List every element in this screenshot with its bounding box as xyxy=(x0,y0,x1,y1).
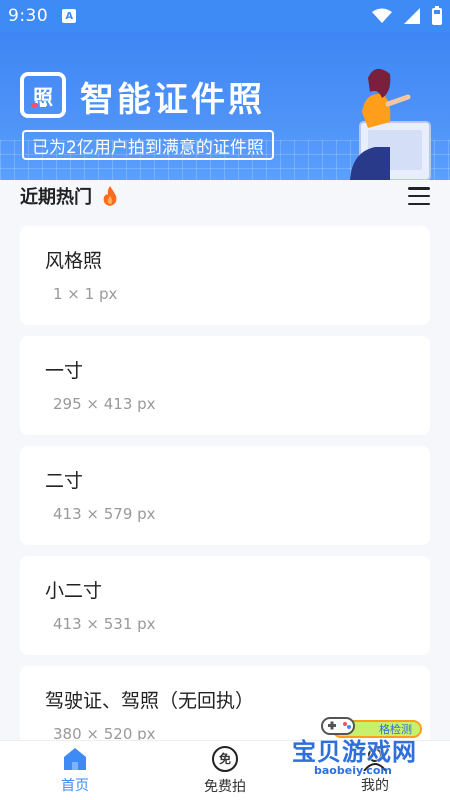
card-title: 驾驶证、驾照（无回执） xyxy=(45,690,255,712)
section-title: 近期热门 xyxy=(20,187,92,208)
banner-title: 智能证件照 xyxy=(80,80,265,120)
free-icon: 免 xyxy=(212,745,238,772)
menu-icon[interactable] xyxy=(408,187,430,205)
card-title: 二寸 xyxy=(45,470,84,492)
nav-free-shoot[interactable]: 免 免费拍 xyxy=(150,741,300,800)
nav-free-shoot-label: 免费拍 xyxy=(204,778,246,795)
list-item[interactable]: 二寸 413 × 579 px xyxy=(20,446,430,545)
card-size: 1 × 1 px xyxy=(53,285,118,303)
watermark-text: 宝贝游戏网 xyxy=(292,738,417,766)
fire-icon xyxy=(103,186,117,206)
nav-home[interactable]: 首页 xyxy=(0,741,150,800)
status-time: 9:30 xyxy=(8,6,49,26)
wifi-icon xyxy=(372,8,392,23)
section-header: 近期热门 xyxy=(0,174,450,218)
battery-icon xyxy=(432,5,442,25)
card-title: 小二寸 xyxy=(45,580,103,602)
banner-subtitle: 已为2亿用户拍到满意的证件照 xyxy=(22,130,274,160)
card-size: 413 × 531 px xyxy=(53,615,156,633)
card-size: 413 × 579 px xyxy=(53,505,156,523)
list-item[interactable]: 一寸 295 × 413 px xyxy=(20,336,430,435)
photo-spec-list: 风格照 1 × 1 px 一寸 295 × 413 px 二寸 413 × 57… xyxy=(20,226,430,776)
list-item[interactable]: 风格照 1 × 1 px xyxy=(20,226,430,325)
list-item[interactable]: 小二寸 413 × 531 px xyxy=(20,556,430,655)
hero-banner[interactable]: 照 智能证件照 已为2亿用户拍到满意的证件照 xyxy=(0,32,450,180)
watermark: 格检测 宝贝游戏网 baobeiy.com xyxy=(292,712,442,782)
nav-home-label: 首页 xyxy=(61,777,89,794)
card-title: 风格照 xyxy=(45,250,103,272)
card-size: 295 × 413 px xyxy=(53,395,156,413)
woman-sitting-illustration xyxy=(350,68,431,180)
status-bar: 9:30 A xyxy=(0,0,450,32)
app-logo-icon: 照 xyxy=(20,72,66,118)
notification-a-icon: A xyxy=(62,9,77,23)
watermark-url: baobeiy.com xyxy=(314,764,392,777)
home-icon xyxy=(64,747,86,770)
signal-icon xyxy=(404,8,420,24)
card-title: 一寸 xyxy=(45,360,84,382)
